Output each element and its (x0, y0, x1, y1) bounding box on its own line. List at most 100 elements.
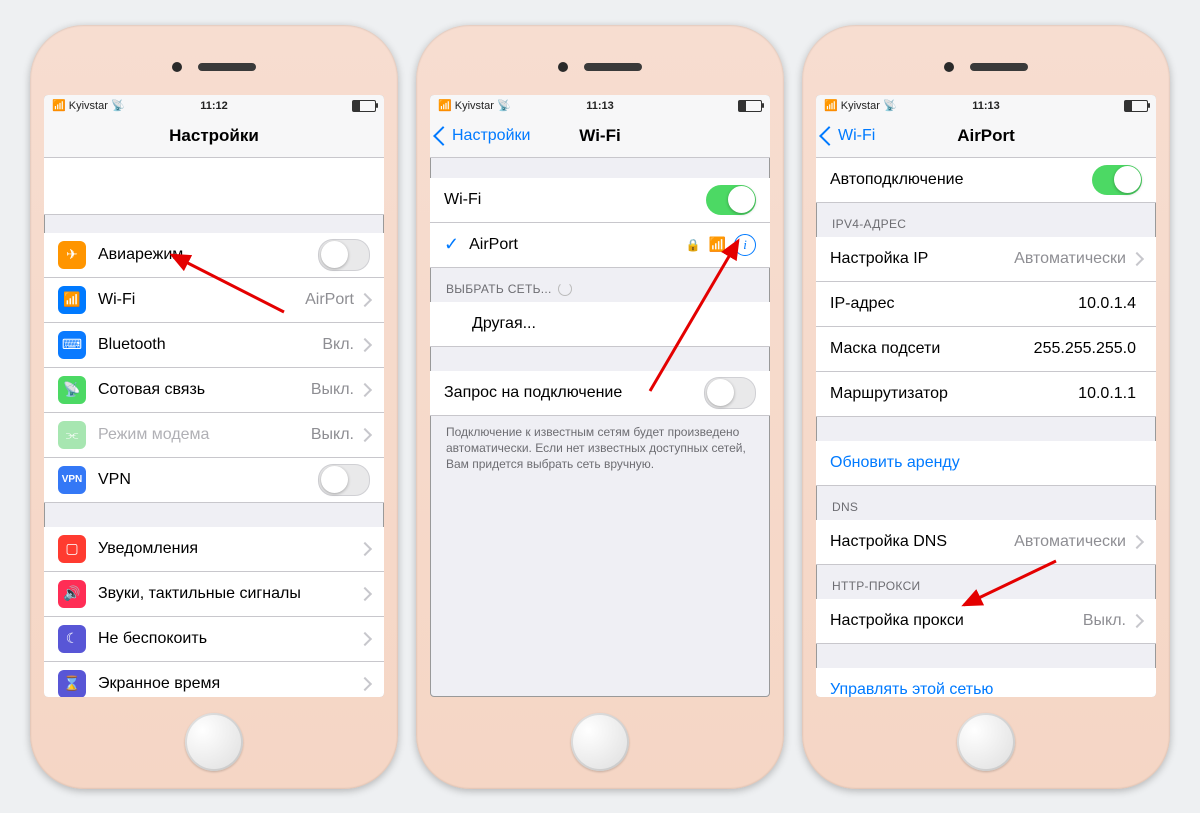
vpn-icon: VPN (58, 466, 86, 494)
network-name: AirPort (469, 236, 686, 254)
status-bar: 📶 Kyivstar 📡 11:12 (44, 95, 384, 115)
row-label: Wi-Fi (98, 291, 305, 309)
info-button[interactable]: i (734, 234, 756, 256)
row-label: Маршрутизатор (830, 385, 1078, 403)
row-router: Маршрутизатор 10.0.1.1 (816, 372, 1156, 417)
row-cellular[interactable]: 📡 Сотовая связь Выкл. (44, 368, 384, 413)
chevron-right-icon (1130, 534, 1144, 548)
row-vpn[interactable]: VPN VPN (44, 458, 384, 503)
chevron-right-icon (358, 427, 372, 441)
chevron-right-icon (358, 382, 372, 396)
row-notifications[interactable]: ▢ Уведомления (44, 527, 384, 572)
row-other-network[interactable]: Другая... (430, 302, 770, 347)
row-ip-address: IP-адрес 10.0.1.4 (816, 282, 1156, 327)
row-airplane[interactable]: ✈ Авиарежим (44, 233, 384, 278)
row-connected-network[interactable]: ✓ AirPort 🔒 📶 i (430, 223, 770, 268)
status-bar: 📶 Kyivstar 📡 11:13 (816, 95, 1156, 115)
back-button[interactable]: Wi-Fi (816, 127, 875, 145)
notifications-icon: ▢ (58, 535, 86, 563)
row-detail: Автоматически (1014, 250, 1126, 268)
home-button[interactable] (571, 713, 629, 771)
row-value: 10.0.1.4 (1078, 295, 1136, 313)
ask-toggle[interactable] (704, 377, 756, 409)
row-screentime[interactable]: ⌛ Экранное время (44, 662, 384, 697)
nav-header: Настройки (44, 115, 384, 158)
row-dns-config[interactable]: Настройка DNS Автоматически (816, 520, 1156, 565)
chevron-left-icon (433, 126, 453, 146)
row-ip-config[interactable]: Настройка IP Автоматически (816, 237, 1156, 282)
chevron-left-icon (819, 126, 839, 146)
battery-icon (738, 100, 762, 112)
nav-header: Настройки Wi-Fi (430, 115, 770, 158)
phone-hardware-top (944, 39, 1028, 95)
sounds-icon: 🔊 (58, 580, 86, 608)
row-subnet-mask: Маска подсети 255.255.255.0 (816, 327, 1156, 372)
row-wifi-toggle[interactable]: Wi-Fi (430, 178, 770, 223)
row-wifi[interactable]: 📶 Wi-Fi AirPort (44, 278, 384, 323)
back-label: Wi-Fi (838, 127, 875, 145)
row-label: VPN (98, 471, 318, 489)
row-autojoin[interactable]: Автоподключение (816, 158, 1156, 203)
apple-id-row[interactable] (44, 158, 384, 215)
row-label: Запрос на подключение (444, 384, 704, 402)
back-label: Настройки (452, 127, 530, 145)
row-renew-lease[interactable]: Обновить аренду (816, 441, 1156, 486)
chevron-right-icon (358, 337, 372, 351)
bluetooth-icon: ⌨ (58, 331, 86, 359)
checkmark-icon: ✓ (444, 234, 459, 255)
back-button[interactable]: Настройки (430, 127, 530, 145)
home-button[interactable] (185, 713, 243, 771)
ipv4-header: IPV4-АДРЕС (816, 203, 1156, 237)
wifi-list[interactable]: Wi-Fi ✓ AirPort 🔒 📶 i ВЫБРАТЬ СЕТЬ... Др… (430, 158, 770, 697)
chevron-right-icon (358, 292, 372, 306)
settings-list[interactable]: ✈ Авиарежим 📶 Wi-Fi AirPort ⌨ Bluetooth … (44, 158, 384, 697)
home-button[interactable] (957, 713, 1015, 771)
row-label: Управлять этой сетью (830, 681, 1142, 697)
speaker-slot (584, 63, 642, 71)
page-title: Настройки (44, 126, 384, 146)
row-label: Настройка прокси (830, 612, 1083, 630)
cellular-icon: 📡 (58, 376, 86, 404)
status-time: 11:13 (430, 100, 770, 112)
row-label: Маска подсети (830, 340, 1034, 358)
row-bluetooth[interactable]: ⌨ Bluetooth Вкл. (44, 323, 384, 368)
chevron-right-icon (358, 676, 372, 690)
row-value: 255.255.255.0 (1034, 340, 1136, 358)
screen-wifi: 📶 Kyivstar 📡 11:13 Настройки Wi-Fi Wi-Fi… (430, 95, 770, 697)
status-bar: 📶 Kyivstar 📡 11:13 (430, 95, 770, 115)
hotspot-icon: ⫘ (58, 421, 86, 449)
screentime-icon: ⌛ (58, 670, 86, 697)
row-hotspot: ⫘ Режим модема Выкл. (44, 413, 384, 458)
row-dnd[interactable]: ☾ Не беспокоить (44, 617, 384, 662)
wifi-toggle[interactable] (706, 185, 756, 215)
row-proxy-config[interactable]: Настройка прокси Выкл. (816, 599, 1156, 644)
speaker-slot (198, 63, 256, 71)
row-label: Не беспокоить (98, 630, 360, 648)
ask-footnote: Подключение к известным сетям будет прои… (430, 416, 770, 487)
row-label: Обновить аренду (830, 454, 1142, 472)
phone-hardware-top (172, 39, 256, 95)
row-label: Другая... (472, 315, 756, 333)
camera-dot (944, 62, 954, 72)
row-sounds[interactable]: 🔊 Звуки, тактильные сигналы (44, 572, 384, 617)
airplane-toggle[interactable] (318, 239, 370, 271)
vpn-toggle[interactable] (318, 464, 370, 496)
screen-network-details: 📶 Kyivstar 📡 11:13 Wi-Fi AirPort Автопод… (816, 95, 1156, 697)
phone-wifi: 📶 Kyivstar 📡 11:13 Настройки Wi-Fi Wi-Fi… (416, 25, 784, 789)
row-label: Wi-Fi (444, 191, 706, 209)
row-label: Режим модема (98, 426, 311, 444)
row-detail: Автоматически (1014, 533, 1126, 551)
row-detail: Вкл. (322, 336, 354, 354)
detail-list[interactable]: Автоподключение IPV4-АДРЕС Настройка IP … (816, 158, 1156, 697)
nav-header: Wi-Fi AirPort (816, 115, 1156, 158)
chevron-right-icon (1130, 613, 1144, 627)
lock-icon: 🔒 (686, 238, 701, 252)
row-detail: Выкл. (311, 381, 354, 399)
autojoin-toggle[interactable] (1092, 165, 1142, 195)
status-time: 11:12 (44, 100, 384, 112)
row-manage-network[interactable]: Управлять этой сетью (816, 668, 1156, 697)
row-detail: Выкл. (311, 426, 354, 444)
row-ask-to-join[interactable]: Запрос на подключение (430, 371, 770, 416)
chevron-right-icon (358, 631, 372, 645)
airplane-icon: ✈ (58, 241, 86, 269)
